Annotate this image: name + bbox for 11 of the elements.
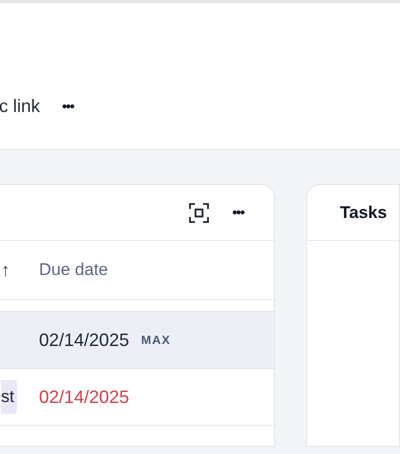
column-header[interactable]: Due date — [39, 257, 108, 283]
aggregate-label: MAX — [141, 332, 171, 349]
more-button[interactable]: ••• — [232, 202, 244, 223]
focus-icon[interactable] — [188, 202, 210, 224]
due-date: 02/14/2025 — [39, 328, 130, 352]
tag: st — [1, 380, 18, 414]
due-date: 02/14/2025 — [39, 386, 130, 408]
sort-arrow-icon[interactable]: ↑ — [1, 256, 39, 284]
link-button[interactable]: c link — [0, 93, 40, 120]
more-button[interactable]: ••• — [62, 96, 74, 117]
card-title: Tasks — [340, 202, 387, 224]
